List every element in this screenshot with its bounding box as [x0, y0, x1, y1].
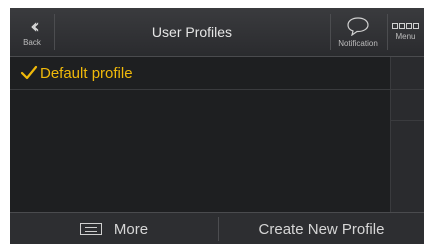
app-screen: ‹‹ Back User Profiles Notification Menu … [10, 8, 424, 244]
back-button[interactable]: ‹‹ Back [10, 8, 54, 56]
list-icon [79, 223, 102, 235]
back-label: Back [23, 38, 41, 47]
create-profile-label: Create New Profile [258, 220, 385, 238]
bottom-bar: More Create New Profile [10, 212, 424, 244]
more-button[interactable]: More [10, 213, 218, 244]
notification-button[interactable]: Notification [330, 8, 386, 56]
double-chevron-left-icon: ‹‹ [30, 14, 40, 38]
profile-label: Default profile [40, 64, 133, 82]
profile-list: Default profile [10, 57, 390, 212]
scroll-rail[interactable] [390, 57, 424, 212]
more-label: More [113, 220, 149, 238]
checkmark-icon [20, 65, 38, 80]
menu-grid-icon [392, 23, 419, 29]
top-bar: ‹‹ Back User Profiles Notification Menu [10, 8, 424, 57]
notification-label: Notification [338, 39, 378, 48]
speech-bubble-icon [347, 17, 369, 36]
rail-divider [391, 89, 424, 90]
menu-button[interactable]: Menu [387, 8, 424, 56]
rail-divider [391, 120, 424, 121]
create-new-profile-button[interactable]: Create New Profile [219, 213, 424, 244]
page-title: User Profiles [151, 24, 233, 40]
menu-label: Menu [395, 32, 416, 41]
profile-item[interactable]: Default profile [10, 57, 390, 90]
